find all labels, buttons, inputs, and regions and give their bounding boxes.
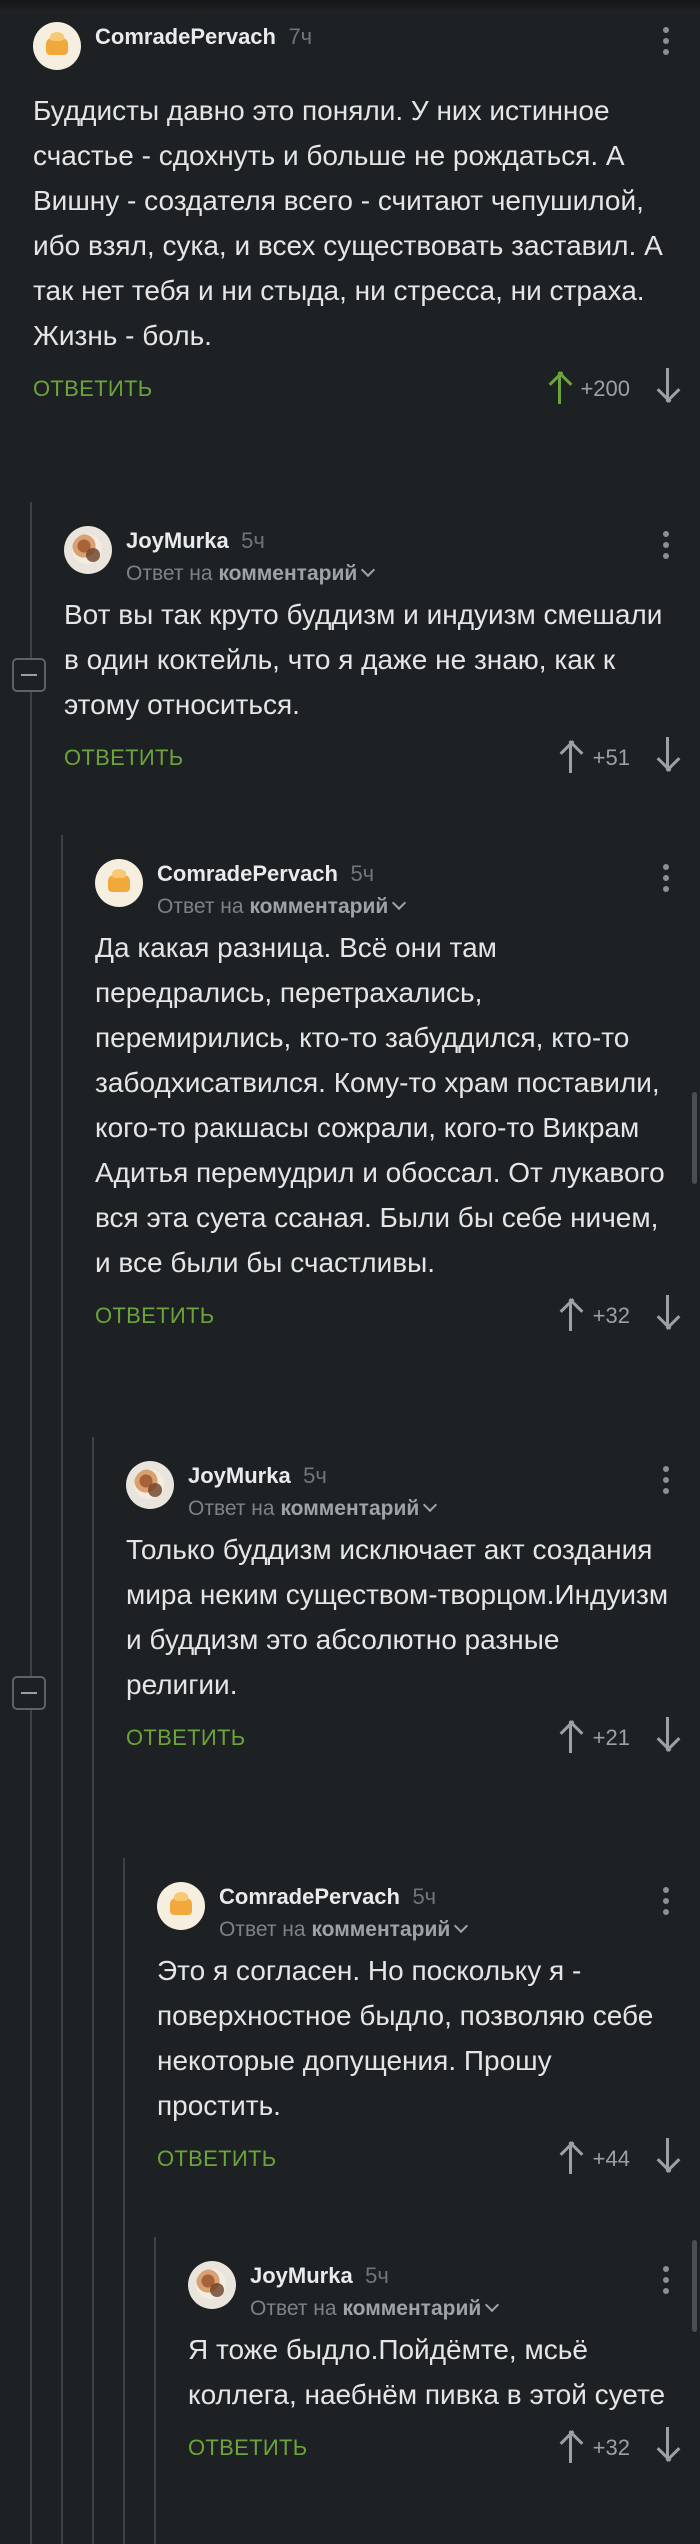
comment-footer: ОТВЕТИТЬ +44	[157, 2136, 681, 2186]
rating-score: +51	[592, 745, 630, 770]
comment-footer: ОТВЕТИТЬ +51	[64, 735, 681, 785]
upvote-arrow-icon[interactable]	[556, 735, 586, 775]
comment-time: 7ч	[288, 24, 313, 49]
collapse-thread-button[interactable]	[12, 658, 46, 692]
downvote-arrow-icon[interactable]	[653, 1293, 683, 1333]
reply-button[interactable]: ОТВЕТИТЬ	[157, 2146, 276, 2172]
reply-button[interactable]: ОТВЕТИТЬ	[95, 1303, 214, 1329]
comment-header: JoyMurka 5ч Ответ на комментарий	[126, 1461, 676, 1520]
username[interactable]: JoyMurka	[188, 1463, 291, 1488]
chevron-down-icon	[392, 895, 407, 911]
avatar[interactable]	[126, 1461, 174, 1509]
username[interactable]: JoyMurka	[126, 528, 229, 553]
reply-button[interactable]: ОТВЕТИТЬ	[64, 745, 183, 771]
comment-footer: ОТВЕТИТЬ +200	[33, 366, 681, 416]
thread-line-2	[61, 835, 63, 2544]
avatar[interactable]	[95, 859, 143, 907]
username[interactable]: JoyMurka	[250, 2263, 353, 2288]
avatar[interactable]	[64, 526, 112, 574]
downvote-arrow-icon[interactable]	[653, 1715, 683, 1755]
comment-time: 5ч	[303, 1463, 327, 1488]
chevron-down-icon	[454, 1918, 469, 1934]
reply-button[interactable]: ОТВЕТИТЬ	[33, 376, 152, 402]
comment-footer: ОТВЕТИТЬ +32	[188, 2425, 681, 2475]
downvote-arrow-icon[interactable]	[653, 2425, 683, 2465]
collapse-thread-button[interactable]	[12, 1676, 46, 1710]
reply-button[interactable]: ОТВЕТИТЬ	[126, 1725, 245, 1751]
downvote-arrow-icon[interactable]	[653, 366, 683, 406]
comment: JoyMurka 5ч Ответ на комментарий Только …	[126, 1461, 681, 1765]
comment-header: JoyMurka 5ч Ответ на комментарий	[64, 526, 676, 585]
reply-to[interactable]: Ответ на комментарий	[188, 1497, 438, 1521]
comment: ComradePervach 5ч Ответ на комментарий Д…	[95, 859, 681, 1343]
thread-line-5	[154, 2237, 156, 2544]
upvote-arrow-icon[interactable]	[556, 1293, 586, 1333]
chevron-down-icon	[423, 1497, 438, 1513]
more-options-icon[interactable]	[656, 1884, 676, 1918]
rating-score: +44	[592, 2146, 630, 2171]
comment-time: 5ч	[241, 528, 265, 553]
comment-time: 5ч	[412, 1884, 437, 1909]
comment: ComradePervach 5ч Ответ на комментарий Э…	[157, 1882, 681, 2186]
chevron-down-icon	[361, 562, 376, 578]
comment-text: Буддисты давно это поняли. У них истинно…	[33, 95, 663, 351]
comment-footer: ОТВЕТИТЬ +21	[126, 1715, 681, 1765]
downvote-arrow-icon[interactable]	[653, 2136, 683, 2176]
reply-to[interactable]: Ответ на комментарий	[126, 562, 376, 586]
username[interactable]: ComradePervach	[95, 24, 276, 49]
comment-text: Да какая разница. Всё они там передралис…	[95, 932, 665, 1278]
thread-line-3	[92, 1437, 94, 2544]
more-options-icon[interactable]	[656, 1463, 676, 1497]
thread-line-1	[30, 502, 32, 2544]
avatar[interactable]	[33, 22, 81, 70]
avatar[interactable]	[188, 2261, 236, 2309]
username[interactable]: ComradePervach	[219, 1884, 400, 1909]
comment-header: ComradePervach 5ч Ответ на комментарий	[157, 1882, 676, 1941]
rating-score: +32	[592, 2435, 630, 2460]
more-options-icon[interactable]	[656, 2263, 676, 2297]
reply-to[interactable]: Ответ на комментарий	[250, 2297, 500, 2321]
chevron-down-icon	[485, 2297, 500, 2313]
upvote-arrow-icon[interactable]	[556, 2136, 586, 2176]
reply-to[interactable]: Ответ на комментарий	[219, 1918, 469, 1942]
upvote-arrow-icon[interactable]	[556, 2425, 586, 2465]
comment: JoyMurka 5ч Ответ на комментарий Вот вы …	[64, 526, 681, 785]
comment-footer: ОТВЕТИТЬ +32	[95, 1293, 681, 1343]
scroll-indicator[interactable]	[692, 2240, 697, 2332]
comment-header: ComradePervach 7ч	[33, 22, 676, 74]
comment: JoyMurka 5ч Ответ на комментарий Я тоже …	[188, 2261, 681, 2475]
rating-score: +32	[592, 1303, 630, 1328]
more-options-icon[interactable]	[656, 861, 676, 895]
rating-score: +200	[580, 376, 630, 401]
scroll-indicator[interactable]	[692, 1092, 697, 1184]
comment-time: 5ч	[365, 2263, 389, 2288]
comment-time: 5ч	[350, 861, 375, 886]
comment-header: ComradePervach 5ч Ответ на комментарий	[95, 859, 676, 918]
reply-button[interactable]: ОТВЕТИТЬ	[188, 2435, 307, 2461]
downvote-arrow-icon[interactable]	[653, 735, 683, 775]
upvote-arrow-icon[interactable]	[556, 1715, 586, 1755]
rating-score: +21	[592, 1725, 630, 1750]
avatar[interactable]	[157, 1882, 205, 1930]
more-options-icon[interactable]	[656, 24, 676, 58]
comment-header: JoyMurka 5ч Ответ на комментарий	[188, 2261, 676, 2320]
comment-text: Только буддизм исключает акт создания ми…	[126, 1534, 669, 1700]
reply-to[interactable]: Ответ на комментарий	[157, 895, 407, 919]
upvote-arrow-icon[interactable]	[545, 366, 575, 406]
top-shadow	[0, 0, 700, 12]
username[interactable]: ComradePervach	[157, 861, 338, 886]
comment-text: Это я согласен. Но поскольку я - поверхн…	[157, 1955, 654, 2121]
thread-line-4	[123, 1858, 125, 2544]
comment: ComradePervach 7ч Буддисты давно это пон…	[33, 22, 681, 416]
more-options-icon[interactable]	[656, 528, 676, 562]
comment-text: Вот вы так круто буддизм и индуизм смеша…	[64, 599, 663, 720]
comment-text: Я тоже быдло.Пойдёмте, мсьё коллега, нае…	[188, 2334, 666, 2410]
